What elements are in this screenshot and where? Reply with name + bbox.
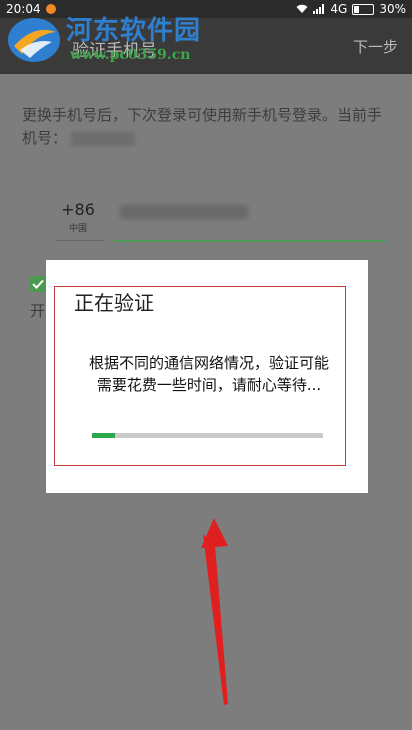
current-phone-redacted	[71, 131, 136, 146]
checkbox-label: 开	[30, 302, 46, 320]
battery-icon	[352, 3, 375, 15]
phone-input-redacted[interactable]	[120, 205, 248, 219]
progress-bar	[92, 433, 323, 438]
dialog-title: 正在验证	[74, 291, 154, 315]
phone-input-underline	[114, 240, 386, 242]
country-code-selector[interactable]: +86 中国	[50, 200, 106, 234]
country-name: 中国	[68, 224, 87, 234]
notification-icon	[46, 4, 56, 14]
check-icon	[32, 279, 44, 289]
wifi-icon	[296, 4, 308, 13]
next-button[interactable]: 下一步	[353, 36, 398, 57]
progress-fill	[92, 433, 116, 438]
battery-percent: 30%	[379, 2, 406, 16]
network-type: 4G	[330, 2, 348, 16]
verifying-dialog: 正在验证 根据不同的通信网络情况，验证可能需要花费一些时间，请耐心等待...	[46, 260, 368, 493]
country-code: +86	[61, 200, 95, 219]
country-code-underline	[56, 240, 104, 241]
status-right: 4G 30%	[296, 0, 406, 18]
battery-fill	[354, 5, 360, 13]
dialog-message: 根据不同的通信网络情况，验证可能需要花费一些时间，请耐心等待...	[88, 354, 329, 394]
checkbox[interactable]	[30, 276, 46, 292]
watermark-text: 河东软件园	[66, 16, 202, 46]
watermark-url: www.pc0359.cn	[70, 47, 191, 63]
watermark-logo-icon	[8, 18, 60, 62]
signal-icon	[313, 4, 325, 14]
description-text: 更换手机号后，下次登录可使用新手机号登录。当前手机号：	[22, 104, 388, 150]
